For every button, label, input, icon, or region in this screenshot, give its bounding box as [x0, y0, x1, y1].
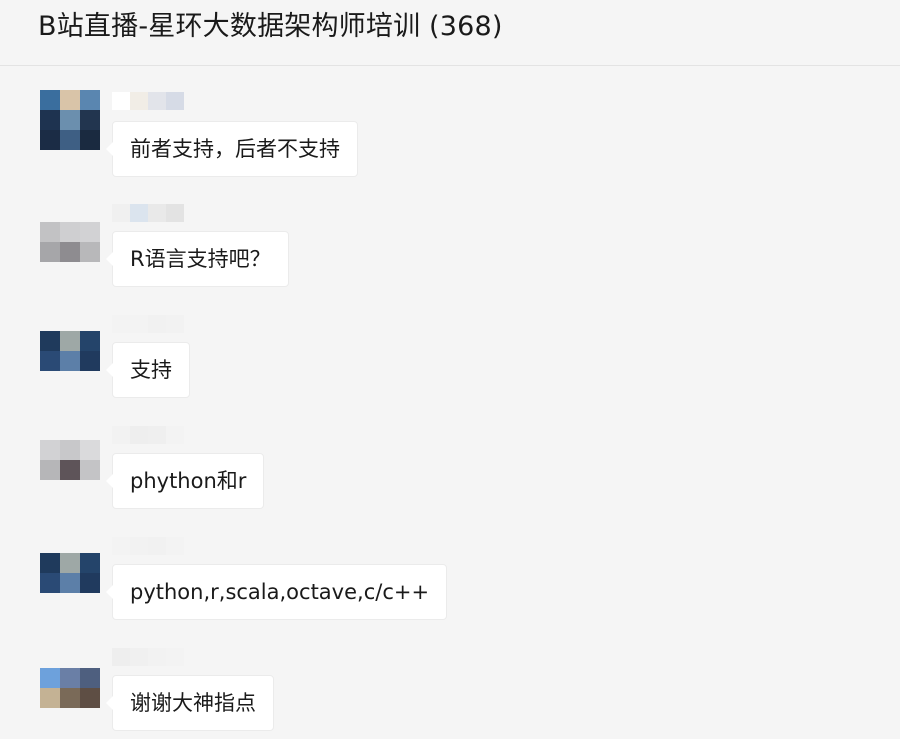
avatar[interactable] [40, 90, 100, 150]
avatar[interactable] [40, 331, 100, 371]
sender-name-pixel [148, 537, 166, 555]
sender-name-pixel [166, 315, 184, 333]
sender-name-pixel [166, 204, 184, 222]
avatar-pixel [60, 130, 80, 150]
avatar[interactable] [40, 222, 100, 262]
avatar-pixel [80, 130, 100, 150]
message-item: phython和r [0, 424, 900, 514]
sender-name-pixel [130, 537, 148, 555]
sender-name-pixel [130, 92, 148, 110]
avatar-pixel [80, 668, 100, 688]
sender-name-blurred [112, 426, 184, 444]
message-item: 前者支持，后者不支持 [0, 90, 900, 180]
avatar[interactable] [40, 440, 100, 480]
sender-name-pixel [166, 537, 184, 555]
sender-name-pixel [166, 92, 184, 110]
chat-header: B站直播-星环大数据架构师培训 (368) [0, 0, 900, 66]
message-item: R语言支持吧？ [0, 202, 900, 292]
avatar-pixel [80, 242, 100, 262]
avatar-pixel [40, 668, 60, 688]
sender-name-pixel [148, 648, 166, 666]
message-item: 支持 [0, 313, 900, 403]
avatar-pixel [80, 460, 100, 480]
avatar-pixel [40, 351, 60, 371]
message-bubble[interactable]: phython和r [105, 453, 265, 509]
avatar-pixel [80, 222, 100, 242]
avatar-pixel [40, 222, 60, 242]
avatar-pixel [60, 331, 80, 351]
avatar-pixel [40, 573, 60, 593]
avatar-pixel [40, 242, 60, 262]
avatar-pixel [80, 573, 100, 593]
avatar-pixel [60, 242, 80, 262]
avatar-pixel [60, 460, 80, 480]
sender-name-pixel [166, 648, 184, 666]
avatar-pixel [60, 222, 80, 242]
message-bubble[interactable]: 谢谢大神指点 [106, 675, 274, 731]
avatar-pixel [40, 460, 60, 480]
message-bubble[interactable]: 前者支持，后者不支持 [106, 121, 358, 177]
sender-name-pixel [112, 315, 130, 333]
avatar-pixel [60, 90, 80, 110]
avatar-pixel [80, 110, 100, 130]
sender-name-pixel [166, 426, 184, 444]
sender-name-pixel [112, 537, 130, 555]
sender-name-blurred [112, 92, 184, 110]
avatar-pixel [80, 688, 100, 708]
avatar[interactable] [40, 553, 100, 593]
avatar-pixel [80, 90, 100, 110]
avatar-pixel [60, 668, 80, 688]
avatar-pixel [60, 573, 80, 593]
avatar-pixel [60, 110, 80, 130]
avatar-pixel [80, 440, 100, 460]
avatar-pixel [60, 688, 80, 708]
chat-title: B站直播-星环大数据架构师培训 (368) [38, 11, 503, 42]
message-item: 谢谢大神指点 [0, 646, 900, 739]
avatar-pixel [40, 440, 60, 460]
sender-name-pixel [112, 204, 130, 222]
message-bubble[interactable]: R语言支持吧？ [106, 231, 289, 287]
avatar-pixel [40, 130, 60, 150]
sender-name-blurred [112, 204, 184, 222]
avatar-pixel [80, 331, 100, 351]
avatar-pixel [40, 688, 60, 708]
sender-name-pixel [112, 648, 130, 666]
avatar-pixel [40, 553, 60, 573]
sender-name-pixel [130, 204, 148, 222]
sender-name-blurred [112, 648, 184, 666]
sender-name-pixel [148, 426, 166, 444]
message-bubble[interactable]: python,r,scala,octave,c/c++ [105, 564, 448, 620]
sender-name-pixel [130, 426, 148, 444]
avatar[interactable] [40, 668, 100, 708]
sender-name-pixel [112, 426, 130, 444]
avatar-pixel [80, 351, 100, 371]
avatar-pixel [60, 351, 80, 371]
message-item: python,r,scala,octave,c/c++ [0, 535, 900, 625]
sender-name-pixel [148, 92, 166, 110]
avatar-pixel [80, 553, 100, 573]
message-bubble[interactable]: 支持 [106, 342, 190, 398]
sender-name-pixel [130, 315, 148, 333]
sender-name-pixel [148, 315, 166, 333]
avatar-pixel [60, 440, 80, 460]
avatar-pixel [40, 331, 60, 351]
sender-name-pixel [130, 648, 148, 666]
sender-name-pixel [112, 92, 130, 110]
sender-name-pixel [148, 204, 166, 222]
sender-name-blurred [112, 315, 184, 333]
avatar-pixel [60, 553, 80, 573]
avatar-pixel [40, 90, 60, 110]
sender-name-blurred [112, 537, 184, 555]
avatar-pixel [40, 110, 60, 130]
